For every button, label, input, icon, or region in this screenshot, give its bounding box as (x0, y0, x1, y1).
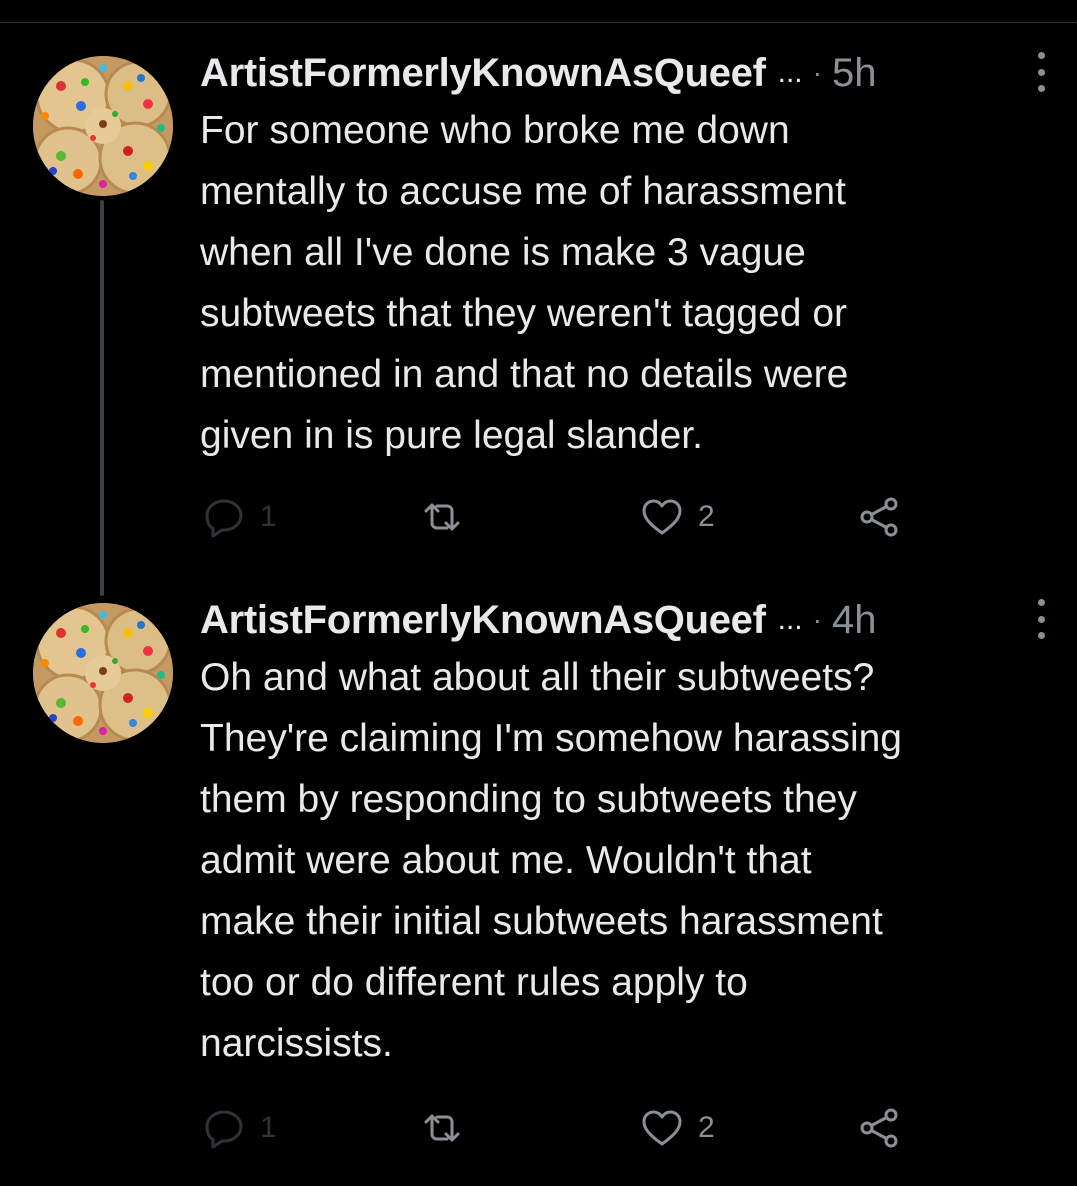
author-name[interactable]: ArtistFormerlyKnownAsQueef (200, 51, 766, 96)
author-ellipsis: ... (777, 56, 803, 89)
reply-icon (205, 499, 243, 538)
tweet-text-line: them by responding to subtweets they (200, 778, 857, 821)
tweet-text-line: mentioned in and that no details were (200, 353, 849, 396)
avatar[interactable] (33, 56, 173, 196)
like-button[interactable]: 2 (638, 492, 715, 542)
tweet-text-line: Oh and what about all their subtweets? (200, 656, 875, 699)
thread-connector-line (100, 200, 104, 596)
tweet-header: ArtistFormerlyKnownAsQueef ... · 5h (200, 48, 1047, 98)
tweet-text-line: For someone who broke me down (200, 109, 790, 152)
author-ellipsis: ... (777, 603, 803, 636)
reply-icon (205, 1110, 243, 1149)
reply-count: 1 (260, 500, 277, 533)
share-icon (860, 1108, 898, 1148)
retweet-button[interactable] (418, 1103, 466, 1153)
more-options-icon[interactable] (1031, 599, 1051, 639)
like-button[interactable]: 2 (638, 1103, 715, 1153)
more-options-icon[interactable] (1031, 52, 1051, 92)
author-name[interactable]: ArtistFormerlyKnownAsQueef (200, 598, 766, 643)
retweet-button[interactable] (418, 492, 466, 542)
tweet-timestamp[interactable]: 4h (832, 598, 877, 643)
retweet-icon (424, 1114, 460, 1142)
share-icon (860, 497, 898, 537)
top-divider (0, 22, 1077, 23)
avatar[interactable] (33, 603, 173, 743)
tweet-text-line: narcissists. (200, 1022, 393, 1065)
like-count: 2 (698, 500, 715, 533)
reply-count: 1 (260, 1111, 277, 1144)
tweet-text-line: make their initial subtweets harassment (200, 900, 883, 943)
tweet-text: Oh and what about all their subtweets? T… (200, 647, 1050, 1074)
tweet-text-line: when all I've done is make 3 vague (200, 231, 806, 274)
retweet-icon (424, 503, 460, 531)
tweet-text: For someone who broke me down mentally t… (200, 100, 1050, 466)
tweet-text-line: mentally to accuse me of harassment (200, 170, 846, 213)
tweet-actions: 1 2 (200, 1103, 920, 1153)
tweet-text-line: admit were about me. Wouldn't that (200, 839, 812, 882)
reply-button[interactable]: 1 (200, 1103, 277, 1153)
separator-dot: · (812, 57, 822, 88)
heart-icon (642, 499, 682, 535)
tweet-text-line: They're claiming I'm somehow harassing (200, 717, 902, 760)
tweet-text-line: subtweets that they weren't tagged or (200, 292, 848, 335)
avatar-cookies-image (33, 56, 173, 196)
tweet-text-line: too or do different rules apply to (200, 961, 748, 1004)
tweet-actions: 1 2 (200, 492, 920, 542)
tweet-text-line: given in is pure legal slander. (200, 414, 703, 457)
share-button[interactable] (855, 1103, 903, 1153)
share-button[interactable] (855, 492, 903, 542)
tweet-timestamp[interactable]: 5h (832, 51, 877, 96)
reply-button[interactable]: 1 (200, 492, 277, 542)
like-count: 2 (698, 1111, 715, 1144)
heart-icon (642, 1110, 682, 1146)
separator-dot: · (812, 604, 822, 635)
avatar-cookies-image (33, 603, 173, 743)
tweet-header: ArtistFormerlyKnownAsQueef ... · 4h (200, 595, 1047, 645)
